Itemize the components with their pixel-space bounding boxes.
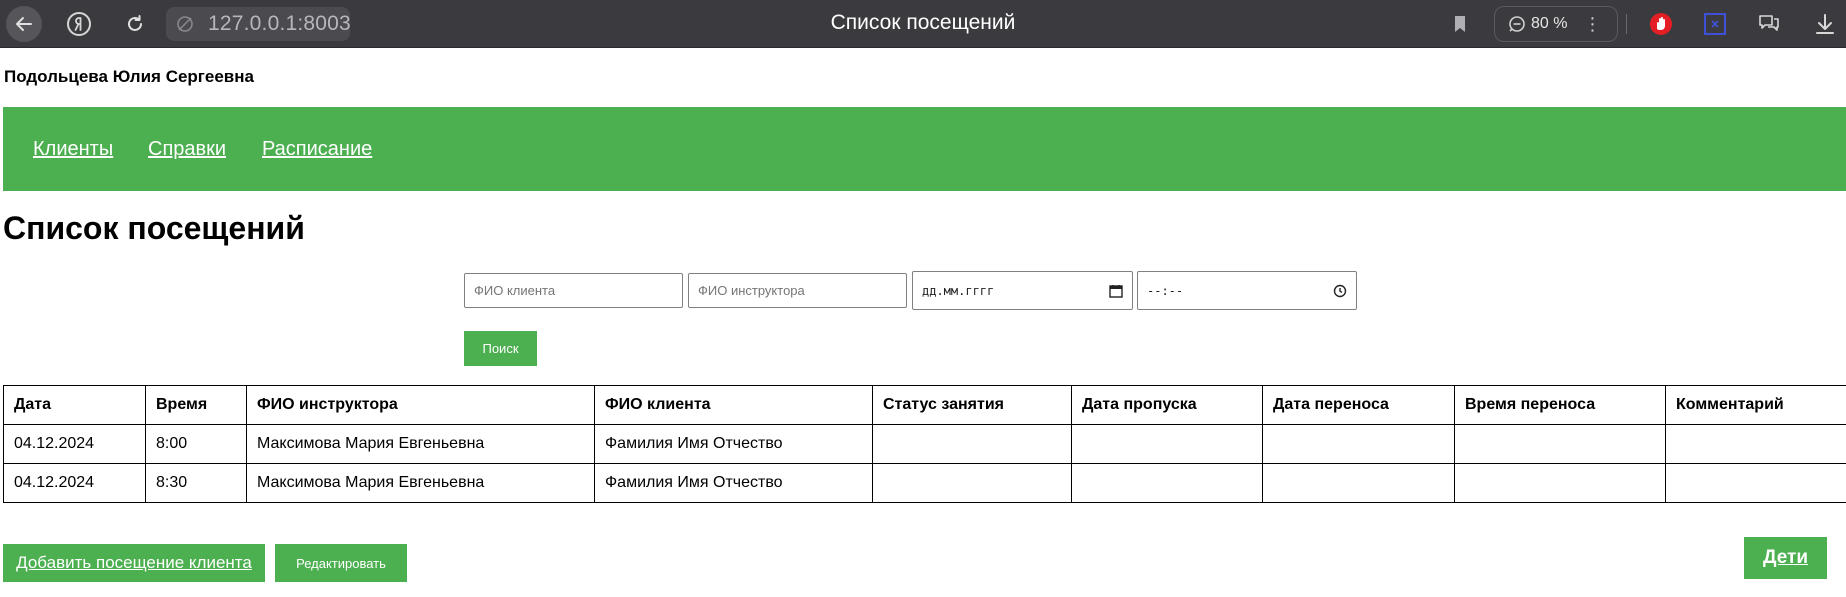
- back-button[interactable]: [6, 6, 42, 42]
- url-text: 127.0.0.1:8003: [208, 12, 351, 35]
- nav-link-certificates[interactable]: Справки: [148, 138, 226, 161]
- page-title: Список посещений: [3, 210, 305, 246]
- cell-transfer-date: [1262, 424, 1455, 464]
- cell-comment: [1665, 424, 1846, 464]
- nav-link-schedule[interactable]: Расписание: [262, 138, 372, 161]
- cell-instructor: Максимова Мария Евгеньевна: [246, 463, 595, 503]
- time-placeholder: --:--: [1147, 283, 1184, 298]
- browser-toolbar: 127.0.0.1:8003 Список посещений 80 % ⋮: [0, 0, 1846, 48]
- site-info-icon[interactable]: [176, 13, 194, 35]
- column-header-transfer-date: Дата переноса: [1262, 385, 1455, 425]
- more-options-icon[interactable]: ⋮: [1583, 15, 1601, 33]
- column-header-instructor: ФИО инструктора: [246, 385, 595, 425]
- date-filter-input[interactable]: дд.мм.гггг: [912, 271, 1133, 310]
- frame-extension-icon[interactable]: [1702, 11, 1728, 37]
- column-header-skip-date: Дата пропуска: [1071, 385, 1263, 425]
- table-row[interactable]: 04.12.2024 8:00 Максимова Мария Евгеньев…: [3, 424, 1846, 464]
- yandex-button[interactable]: [61, 6, 97, 42]
- cell-transfer-time: [1454, 463, 1666, 503]
- bookmark-icon[interactable]: [1448, 12, 1472, 36]
- cell-client: Фамилия Имя Отчество: [594, 463, 873, 503]
- search-button[interactable]: Поиск: [464, 331, 537, 366]
- children-button[interactable]: Дети: [1744, 537, 1827, 579]
- add-visit-button[interactable]: Добавить посещение клиента: [3, 544, 265, 582]
- table-header-row: Дата Время ФИО инструктора ФИО клиента С…: [3, 385, 1846, 425]
- date-placeholder: дд.мм.гггг: [922, 283, 995, 298]
- column-header-time: Время: [145, 385, 247, 425]
- column-header-client: ФИО клиента: [594, 385, 873, 425]
- calendar-icon[interactable]: [1109, 284, 1123, 298]
- client-name-filter-input[interactable]: [464, 273, 683, 308]
- cell-date: 04.12.2024: [3, 424, 146, 464]
- download-icon[interactable]: [1812, 11, 1838, 37]
- column-header-comment: Комментарий: [1665, 385, 1846, 425]
- cell-client: Фамилия Имя Отчество: [594, 424, 873, 464]
- visits-table: Дата Время ФИО инструктора ФИО клиента С…: [3, 385, 1846, 503]
- nav-link-clients[interactable]: Клиенты: [33, 138, 113, 161]
- cell-comment: [1665, 463, 1846, 503]
- time-filter-input[interactable]: --:--: [1137, 271, 1357, 310]
- cell-instructor: Максимова Мария Евгеньевна: [246, 424, 595, 464]
- column-header-transfer-time: Время переноса: [1454, 385, 1666, 425]
- zoom-icon: [1509, 16, 1525, 32]
- column-header-date: Дата: [3, 385, 146, 425]
- column-header-status: Статус занятия: [872, 385, 1072, 425]
- cell-status: [872, 424, 1072, 464]
- cell-status: [872, 463, 1072, 503]
- chat-extension-icon[interactable]: [1756, 11, 1782, 37]
- toolbar-separator: [1626, 14, 1627, 34]
- cell-time: 8:30: [145, 463, 247, 503]
- cell-time: 8:00: [145, 424, 247, 464]
- edit-button[interactable]: Редактировать: [275, 544, 407, 582]
- back-arrow-icon: [16, 17, 32, 31]
- instructor-name-filter-input[interactable]: [688, 273, 907, 308]
- cell-date: 04.12.2024: [3, 463, 146, 503]
- current-user-name: Подольцева Юлия Сергеевна: [4, 67, 254, 86]
- adblock-extension-icon[interactable]: [1648, 11, 1674, 37]
- clock-icon[interactable]: [1333, 284, 1347, 298]
- reload-button[interactable]: [117, 6, 153, 42]
- zoom-level: 80 %: [1531, 15, 1568, 32]
- cell-transfer-time: [1454, 424, 1666, 464]
- main-navbar: Клиенты Справки Расписание: [3, 107, 1846, 191]
- cell-transfer-date: [1262, 463, 1455, 503]
- yandex-logo-icon: [67, 12, 91, 36]
- zoom-indicator[interactable]: 80 % ⋮: [1494, 6, 1618, 42]
- reload-icon: [128, 15, 142, 31]
- address-bar[interactable]: 127.0.0.1:8003: [166, 7, 351, 41]
- cell-skip-date: [1071, 424, 1263, 464]
- cell-skip-date: [1071, 463, 1263, 503]
- table-row[interactable]: 04.12.2024 8:30 Максимова Мария Евгеньев…: [3, 463, 1846, 503]
